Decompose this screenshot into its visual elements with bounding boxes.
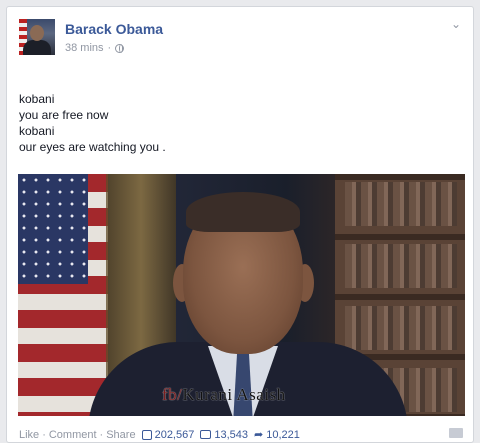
photo-books <box>345 306 457 350</box>
likes-count-value: 202,567 <box>154 428 195 441</box>
feedback-icon[interactable] <box>449 428 463 438</box>
action-bar: Like · Comment · Share 202,567 13,543 ➦ … <box>19 428 300 442</box>
photo-flag-canton <box>18 174 88 284</box>
shares-count-value: 10,221 <box>266 428 300 441</box>
post-line: kobani <box>19 124 55 138</box>
shares-count[interactable]: ➦ 10,221 <box>254 428 300 442</box>
post-text: kobani you are free now kobani our eyes … <box>19 91 166 155</box>
post-photo[interactable]: fb/Kurani Asaish <box>18 174 465 416</box>
avatar-body <box>23 40 51 55</box>
avatar[interactable] <box>19 19 55 55</box>
author-name[interactable]: Barack Obama <box>65 21 163 37</box>
comment-bubble-icon <box>200 430 212 439</box>
like-link[interactable]: Like <box>19 429 39 441</box>
photo-books <box>345 244 457 288</box>
chevron-down-icon[interactable]: ⌄ <box>449 17 463 31</box>
meta-separator: · <box>107 42 112 54</box>
action-separator: · <box>99 428 104 441</box>
post-meta: 38 mins · <box>65 42 125 54</box>
comments-count[interactable]: 13,543 <box>200 429 248 441</box>
photo-books <box>345 182 457 226</box>
avatar-head <box>30 25 44 41</box>
watermark-name: Kurani Asaish <box>182 385 286 404</box>
globe-icon[interactable] <box>115 43 125 53</box>
post-line: kobani <box>19 92 55 106</box>
share-link[interactable]: Share <box>106 429 135 441</box>
photo-hair <box>186 192 300 232</box>
post-line: our eyes are watching you . <box>19 140 166 154</box>
post-time[interactable]: 38 mins <box>65 42 104 54</box>
share-arrow-icon: ➦ <box>254 429 264 441</box>
comments-count-value: 13,543 <box>214 428 248 441</box>
post-card: Barack Obama 38 mins · ⌄ kobani you are … <box>6 6 474 443</box>
comment-link[interactable]: Comment <box>49 429 97 441</box>
thumbs-up-icon <box>141 429 152 440</box>
action-separator: · <box>42 428 46 441</box>
watermark-prefix: fb/ <box>162 385 183 404</box>
photo-watermark: fb/Kurani Asaish <box>162 385 286 405</box>
post-line: you are free now <box>19 108 109 122</box>
likes-count[interactable]: 202,567 <box>141 428 195 441</box>
